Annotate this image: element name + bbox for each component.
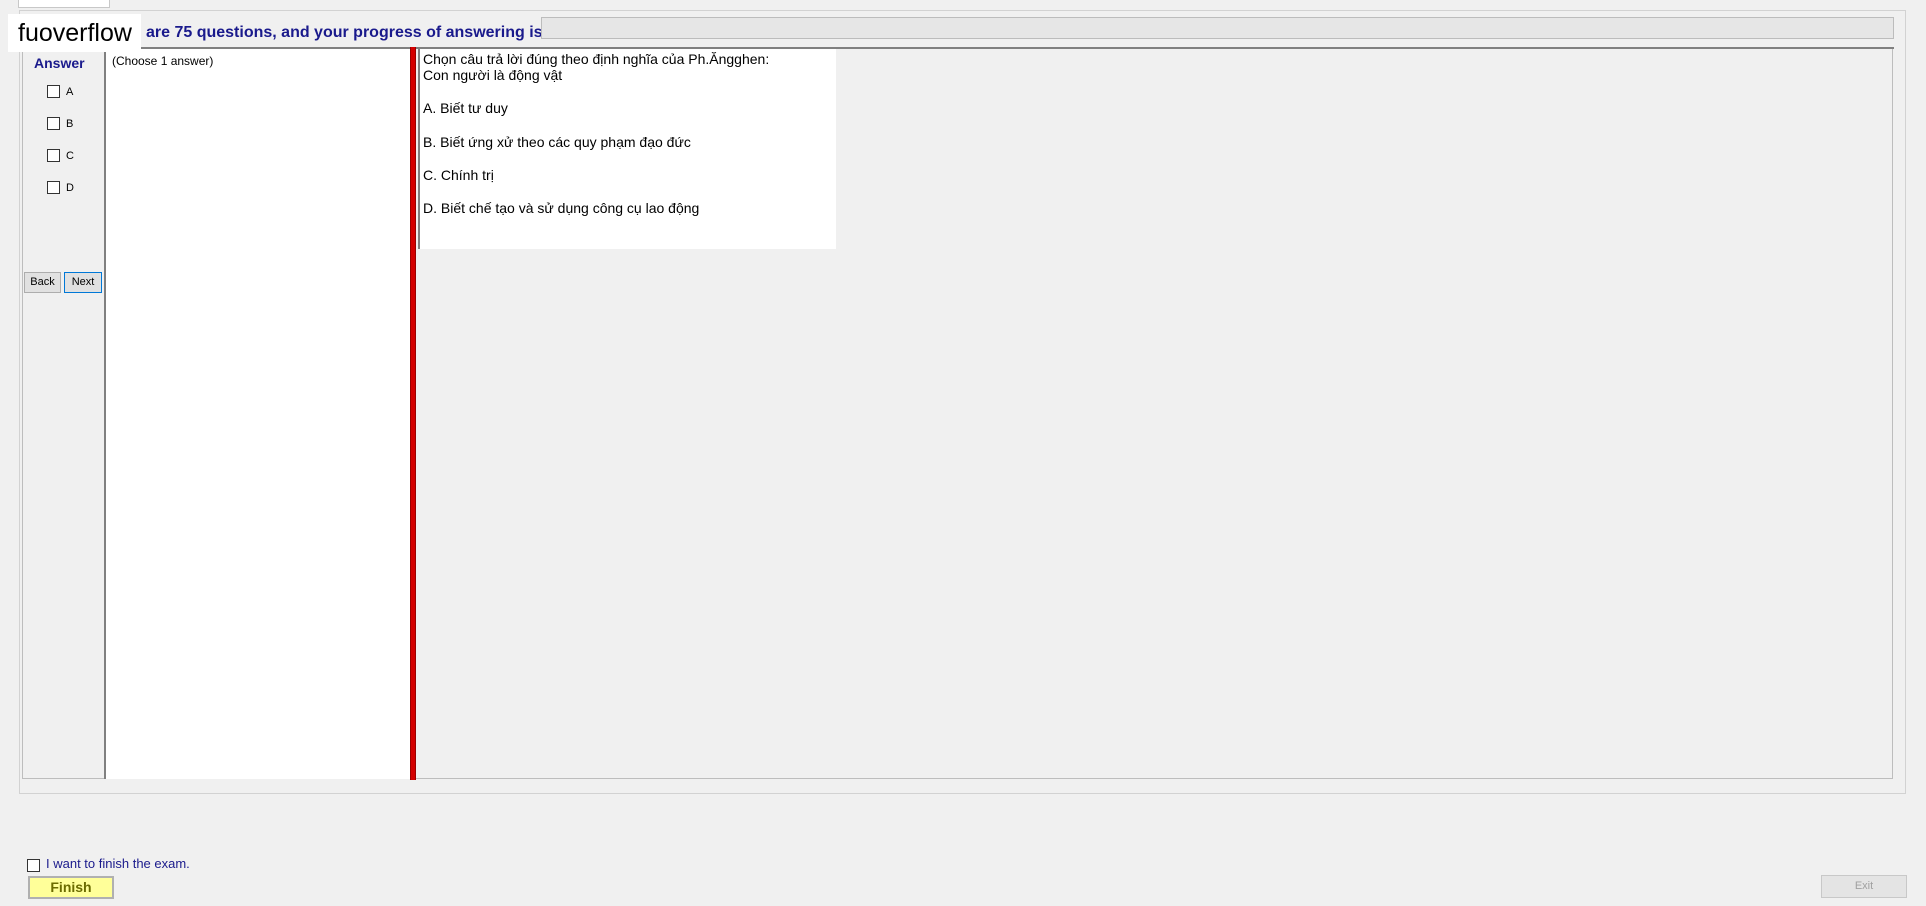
finish-exam-label[interactable]: I want to finish the exam. (46, 856, 190, 871)
answer-option-d[interactable]: D (47, 179, 87, 195)
answer-option-c[interactable]: C (47, 147, 87, 163)
question-option: B. Biết ứng xử theo các quy phạm đạo đức (423, 134, 691, 150)
progress-header-text: are 75 questions, and your progress of a… (146, 24, 543, 41)
finish-button[interactable]: Finish (28, 876, 114, 899)
question-option: D. Biết chế tạo và sử dụng công cụ lao đ… (423, 200, 700, 216)
top-tab[interactable] (18, 0, 110, 8)
option-label: B (66, 117, 74, 130)
checkbox[interactable] (47, 117, 60, 131)
question-text: Con người là động vật (423, 67, 563, 83)
checkbox[interactable] (47, 181, 60, 195)
back-button[interactable]: Back (24, 272, 61, 293)
exit-button[interactable]: Exit (1821, 875, 1907, 898)
watermark: fuoverflow (8, 14, 141, 52)
question-option: C. Chính trị (423, 167, 494, 183)
checkbox[interactable] (27, 859, 40, 873)
panel-splitter[interactable] (410, 47, 416, 780)
question-option: A. Biết tư duy (423, 100, 508, 116)
answer-option-b[interactable]: B (47, 115, 87, 131)
choose-panel: (Choose 1 answer) (104, 49, 410, 779)
checkbox[interactable] (47, 149, 60, 163)
answer-option-a[interactable]: A (47, 83, 87, 99)
choose-instruction: (Choose 1 answer) (112, 54, 214, 68)
next-button[interactable]: Next (64, 272, 102, 293)
checkbox[interactable] (47, 85, 60, 99)
question-text: Chọn câu trả lời đúng theo định nghĩa củ… (423, 51, 770, 67)
question-panel: Chọn câu trả lời đúng theo định nghĩa củ… (418, 49, 836, 249)
answer-title: Answer (34, 55, 85, 71)
option-label: C (66, 149, 74, 162)
option-label: D (66, 181, 74, 194)
finish-exam-checkbox[interactable] (27, 857, 40, 875)
option-label: A (66, 85, 74, 98)
progress-bar (541, 17, 1894, 39)
